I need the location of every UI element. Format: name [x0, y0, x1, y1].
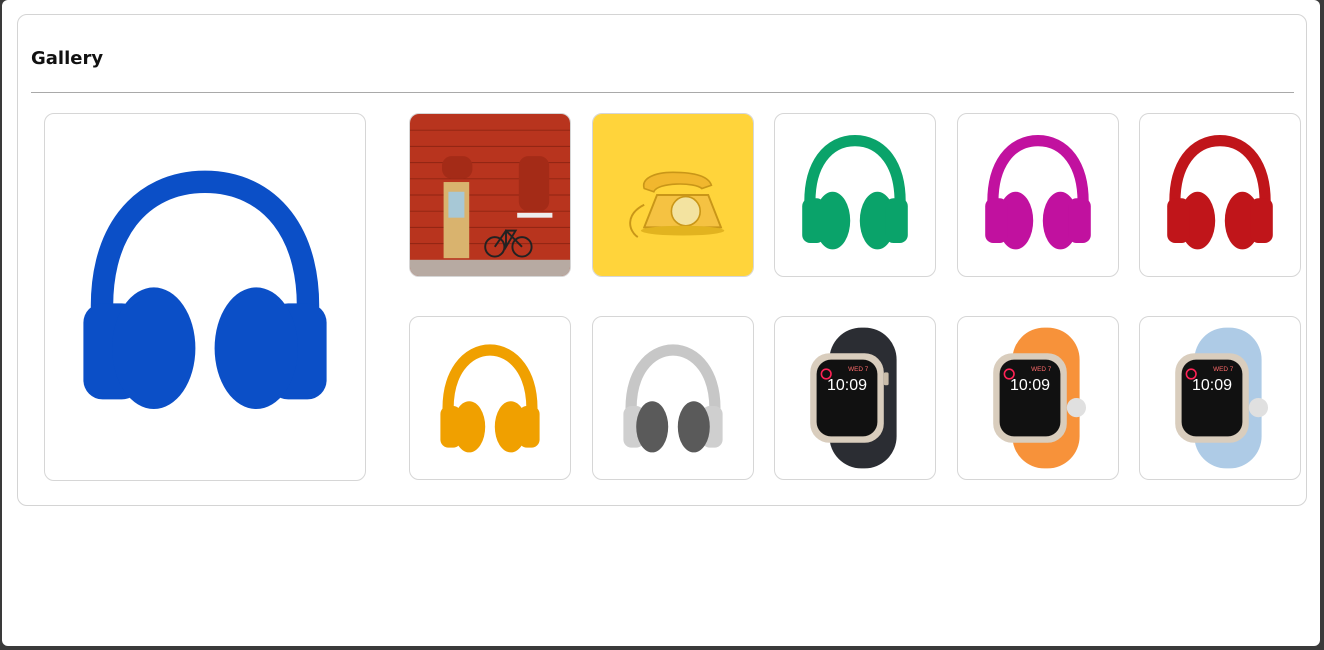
thumbnail-8[interactable]: 10:09 WED 7: [774, 316, 936, 480]
thumbnail-7[interactable]: [592, 316, 754, 480]
thumbnail-2[interactable]: [592, 113, 754, 277]
title-divider: [31, 92, 1294, 93]
watch-time: 10:09: [1192, 377, 1232, 394]
thumbnail-6[interactable]: [409, 316, 571, 480]
silver-headphones-icon: [623, 344, 723, 453]
gallery-card: Gallery 10:09 WED 7 10:09 WED 7 10:09 WE…: [17, 14, 1307, 506]
watch-date: WED 7: [1213, 366, 1234, 373]
red-brick-wall-bicycle-icon: [410, 114, 570, 276]
yellow-telephone-icon: [593, 114, 753, 276]
orange-headphones-icon: [440, 344, 540, 453]
green-headphones-icon: [802, 134, 908, 250]
thumbnail-10[interactable]: 10:09 WED 7: [1139, 316, 1301, 480]
gallery-title: Gallery: [31, 48, 104, 69]
featured-image[interactable]: [44, 113, 366, 481]
watch-time: 10:09: [1010, 377, 1050, 394]
thumbnail-5[interactable]: [1139, 113, 1301, 277]
red-headphones-icon: [1167, 134, 1273, 250]
thumbnail-9[interactable]: 10:09 WED 7: [957, 316, 1119, 480]
watch-date: WED 7: [848, 366, 869, 373]
black-smartwatch-icon: 10:09 WED 7: [810, 327, 897, 469]
thumbnail-4[interactable]: [957, 113, 1119, 277]
watch-date: WED 7: [1031, 366, 1052, 373]
thumbnail-3[interactable]: [774, 113, 936, 277]
magenta-headphones-icon: [985, 134, 1091, 250]
light-blue-smartwatch-icon: 10:09 WED 7: [1175, 327, 1268, 469]
watch-time: 10:09: [827, 377, 867, 394]
blue-headphones-icon: [83, 170, 327, 409]
orange-smartwatch-icon: 10:09 WED 7: [993, 327, 1086, 469]
app-window: Gallery 10:09 WED 7 10:09 WED 7 10:09 WE…: [2, 0, 1320, 646]
thumbnail-1[interactable]: [409, 113, 571, 277]
